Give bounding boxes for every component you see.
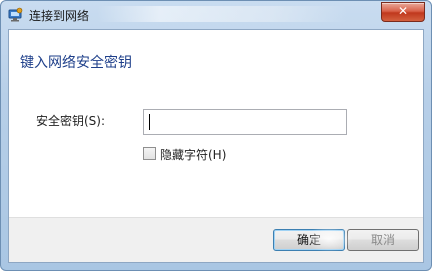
security-key-input[interactable] <box>143 109 347 135</box>
hide-characters-checkbox[interactable] <box>143 147 156 160</box>
button-bar: 确定 取消 <box>9 217 423 262</box>
close-button[interactable]: ✕ <box>381 2 425 22</box>
title-bar[interactable]: 连接到网络 ✕ <box>1 1 431 29</box>
network-icon <box>8 7 23 22</box>
text-caret <box>149 114 150 130</box>
dialog-content: 键入网络安全密钥 安全密钥(S): 隐藏字符(H) 确定 取消 <box>8 29 424 263</box>
close-icon: ✕ <box>397 4 409 18</box>
button-blur <box>305 226 353 252</box>
dialog-heading: 键入网络安全密钥 <box>20 55 132 71</box>
hide-characters-label[interactable]: 隐藏字符(H) <box>160 146 226 163</box>
title-blur <box>97 6 347 22</box>
security-key-label: 安全密钥(S): <box>36 114 106 128</box>
dialog-window: 连接到网络 ✕ 键入网络安全密钥 安全密钥(S): 隐藏字符(H) 确定 取消 <box>0 0 432 271</box>
cancel-button[interactable]: 取消 <box>347 229 419 251</box>
window-title: 连接到网络 <box>29 9 90 23</box>
